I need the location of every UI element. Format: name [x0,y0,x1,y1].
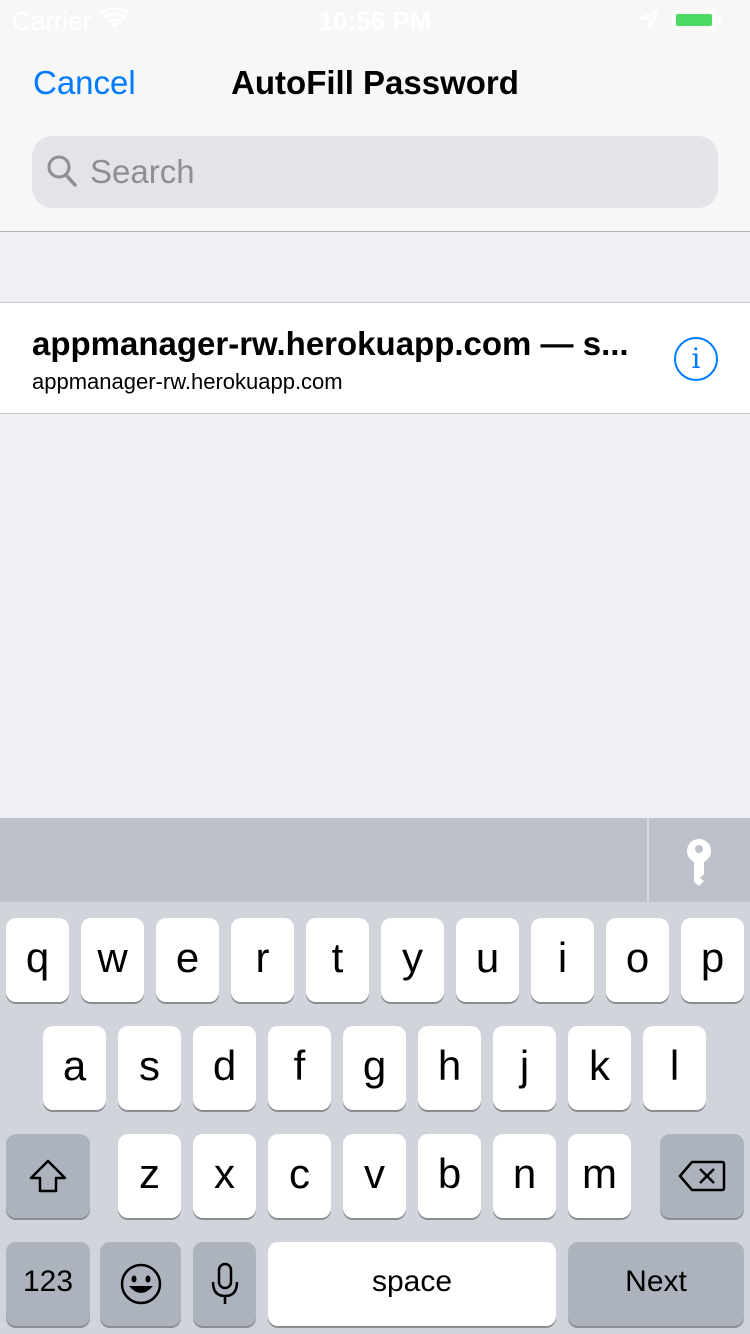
battery-icon [672,10,716,30]
key-y[interactable]: y [381,918,444,1002]
keyboard: q w e r t y u i o p a s d f g h j k l z … [0,818,750,1334]
key-a[interactable]: a [43,1026,106,1110]
key-i[interactable]: i [531,918,594,1002]
emoji-icon [119,1263,163,1315]
search-bar[interactable] [32,136,718,208]
shift-icon [28,1156,68,1203]
key-z[interactable]: z [118,1134,181,1218]
key-p[interactable]: p [681,918,744,1002]
emoji-key[interactable] [100,1242,181,1326]
numbers-key[interactable]: 123 [6,1242,90,1326]
dictation-key[interactable] [193,1242,256,1326]
key-f[interactable]: f [268,1026,331,1110]
delete-key[interactable] [660,1134,744,1218]
key-icon[interactable] [682,838,716,886]
next-key[interactable]: Next [568,1242,744,1326]
list-item-subtitle: appmanager-rw.herokuapp.com [32,369,343,394]
cancel-button[interactable]: Cancel [33,64,136,102]
key-n[interactable]: n [493,1134,556,1218]
clock: 10:56 PM [318,6,432,36]
key-v[interactable]: v [343,1134,406,1218]
key-q[interactable]: q [6,918,69,1002]
key-l[interactable]: l [643,1026,706,1110]
microphone-icon [210,1262,240,1315]
key-j[interactable]: j [493,1026,556,1110]
key-m[interactable]: m [568,1134,631,1218]
search-icon [46,154,78,193]
key-d[interactable]: d [193,1026,256,1110]
shift-key[interactable] [6,1134,90,1218]
key-g[interactable]: g [343,1026,406,1110]
key-k[interactable]: k [568,1026,631,1110]
key-e[interactable]: e [156,918,219,1002]
key-r[interactable]: r [231,918,294,1002]
keyboard-toolbar [0,818,750,902]
key-b[interactable]: b [418,1134,481,1218]
key-u[interactable]: u [456,918,519,1002]
info-icon[interactable]: i [674,337,718,381]
key-o[interactable]: o [606,918,669,1002]
key-t[interactable]: t [306,918,369,1002]
status-bar: Carrier 10:56 PM [0,0,750,40]
key-h[interactable]: h [418,1026,481,1110]
key-c[interactable]: c [268,1134,331,1218]
key-s[interactable]: s [118,1026,181,1110]
list-item-title: appmanager-rw.herokuapp.com — s... [32,325,629,362]
space-key[interactable]: space [268,1242,556,1326]
delete-icon [678,1154,726,1201]
navigation-header: Carrier 10:56 PM AutoFill Password Cance… [0,0,750,232]
key-x[interactable]: x [193,1134,256,1218]
list-item[interactable]: appmanager-rw.herokuapp.com — s... appma… [0,302,750,414]
search-input[interactable] [90,136,690,208]
key-w[interactable]: w [81,918,144,1002]
location-icon [637,9,659,33]
